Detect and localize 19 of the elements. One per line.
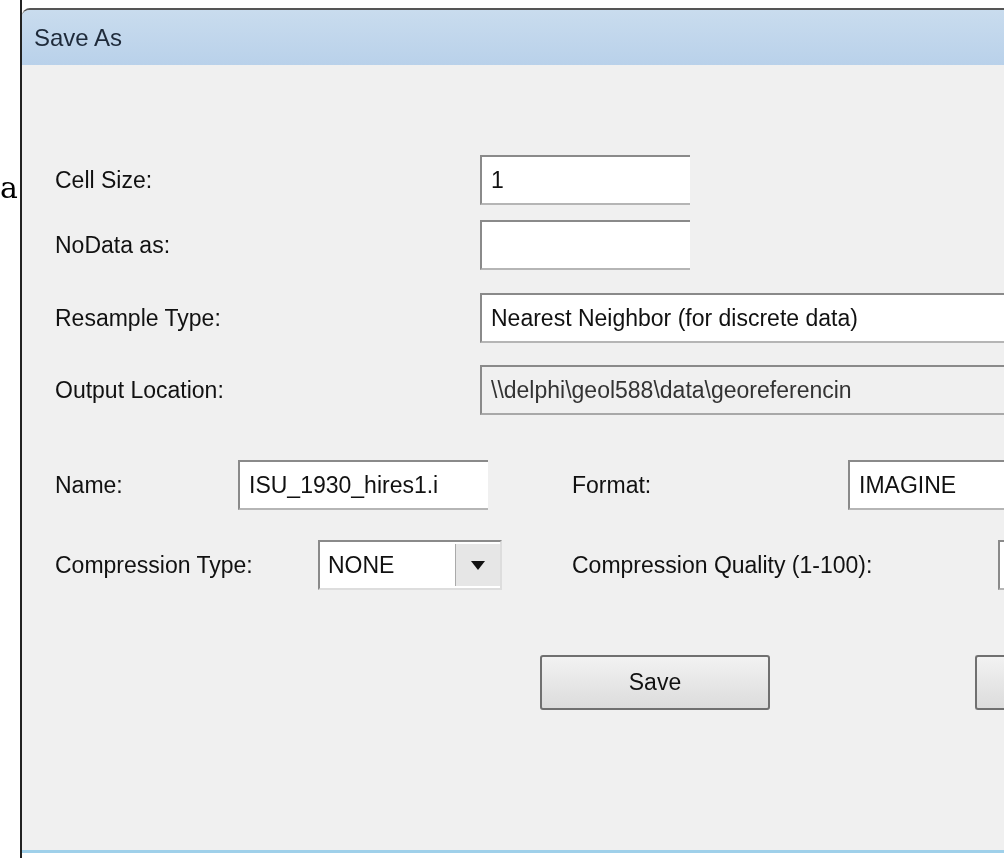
input-field[interactable] xyxy=(480,220,690,270)
field-label: Cell Size: xyxy=(55,166,154,194)
dropdown[interactable]: NONE xyxy=(318,540,502,590)
field-label: Compression Quality (1-100): xyxy=(572,552,874,578)
save-button[interactable]: Save xyxy=(540,655,770,710)
field-label: NoData as: xyxy=(55,231,172,259)
window-title: Save As xyxy=(34,23,123,52)
field-label: Format: xyxy=(572,471,653,499)
field-label: Compression Type: xyxy=(55,551,254,579)
partial-button[interactable] xyxy=(975,655,1004,710)
field-label: Name: xyxy=(55,471,124,499)
input-field[interactable]: 1 xyxy=(480,155,690,205)
background-text: a xyxy=(0,170,18,206)
field-label: Resample Type: xyxy=(55,304,222,332)
input-field[interactable]: Nearest Neighbor (for discrete data) xyxy=(480,293,1004,343)
caret-icon xyxy=(471,560,485,570)
field-label: Output Location: xyxy=(55,376,225,404)
input-field[interactable]: IMAGINE xyxy=(848,460,1004,510)
input-field[interactable]: ISU_1930_hires1.i xyxy=(238,460,488,510)
